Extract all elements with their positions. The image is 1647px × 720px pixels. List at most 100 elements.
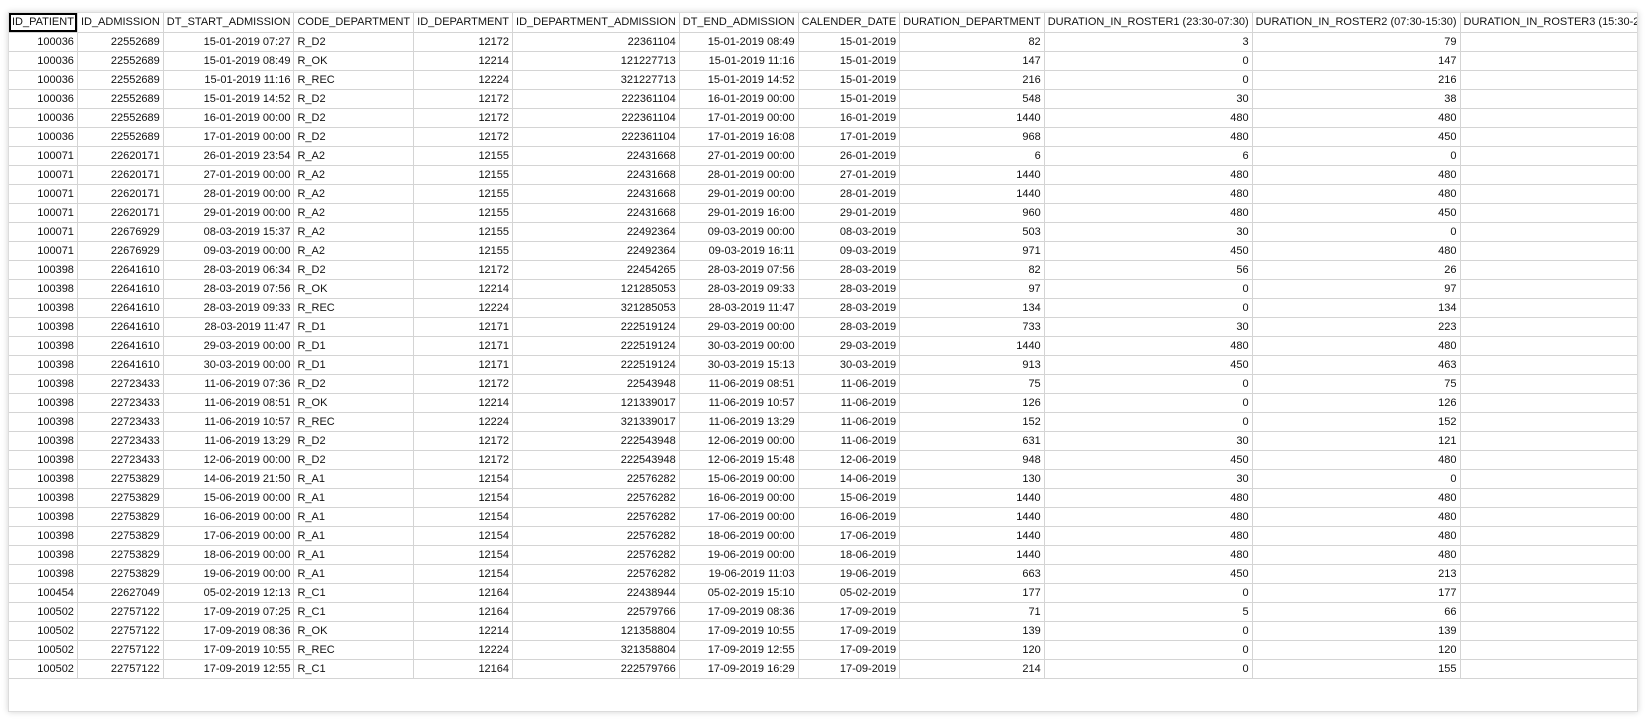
table-cell[interactable]: 663 — [899, 564, 1045, 584]
table-cell[interactable]: 126 — [899, 393, 1045, 413]
table-cell[interactable]: 28-03-2019 09:33 — [163, 298, 295, 318]
column-header[interactable]: ID_ADMISSION — [77, 13, 164, 33]
table-cell[interactable]: 29-01-2019 00:00 — [163, 203, 295, 223]
table-cell[interactable]: 79 — [1252, 32, 1461, 52]
table-cell[interactable]: 0 — [1460, 564, 1637, 584]
table-cell[interactable]: 100071 — [9, 241, 78, 261]
table-cell[interactable]: 17-09-2019 16:29 — [679, 659, 799, 679]
table-cell[interactable]: 6 — [899, 146, 1045, 166]
table-cell[interactable]: 22753829 — [77, 488, 164, 508]
table-cell[interactable]: 12172 — [413, 450, 514, 470]
table-cell[interactable]: 11-06-2019 10:57 — [163, 412, 295, 432]
table-cell[interactable]: 0 — [1460, 640, 1637, 660]
table-cell[interactable]: 12154 — [413, 469, 514, 489]
table-cell[interactable]: R_C1 — [293, 602, 415, 622]
table-cell[interactable]: 27-01-2019 00:00 — [163, 165, 295, 185]
table-cell[interactable]: 12214 — [413, 621, 514, 641]
table-cell[interactable]: 15-01-2019 07:27 — [163, 32, 295, 52]
table-cell[interactable]: 41 — [1460, 241, 1637, 261]
column-header[interactable]: ID_DEPARTMENT_ADMISSION — [512, 13, 680, 33]
table-cell[interactable]: R_OK — [293, 393, 415, 413]
table-cell[interactable]: 12172 — [413, 374, 514, 394]
table-cell[interactable]: 0 — [1044, 374, 1253, 394]
table-cell[interactable]: R_D2 — [293, 108, 415, 128]
table-cell[interactable]: 11-06-2019 08:51 — [163, 393, 295, 413]
table-cell[interactable]: 22753829 — [77, 564, 164, 584]
table-cell[interactable]: 0 — [1460, 412, 1637, 432]
table-cell[interactable]: 0 — [1460, 583, 1637, 603]
table-cell[interactable]: 16-06-2019 — [798, 507, 901, 527]
table-cell[interactable]: R_A2 — [293, 165, 415, 185]
table-cell[interactable]: 100398 — [9, 317, 78, 337]
table-cell[interactable]: 15-01-2019 14:52 — [163, 89, 295, 109]
table-cell[interactable]: 548 — [899, 89, 1045, 109]
table-cell[interactable]: 100398 — [9, 469, 78, 489]
table-cell[interactable]: 216 — [1252, 70, 1461, 90]
table-cell[interactable]: 30 — [1044, 431, 1253, 451]
table-cell[interactable]: 29-03-2019 — [798, 336, 901, 356]
table-cell[interactable]: 100398 — [9, 393, 78, 413]
table-cell[interactable]: 222543948 — [512, 450, 680, 470]
table-cell[interactable]: 12155 — [413, 222, 514, 242]
table-cell[interactable]: 100398 — [9, 336, 78, 356]
table-cell[interactable]: 100036 — [9, 32, 78, 52]
table-cell[interactable]: 16-01-2019 — [798, 108, 901, 128]
table-cell[interactable]: 12171 — [413, 336, 514, 356]
table-cell[interactable]: 09-03-2019 — [798, 241, 901, 261]
table-cell[interactable]: 480 — [1460, 488, 1637, 508]
table-cell[interactable]: R_D2 — [293, 450, 415, 470]
table-cell[interactable]: 321227713 — [512, 70, 680, 90]
table-cell[interactable]: 1440 — [899, 184, 1045, 204]
table-cell[interactable]: R_A2 — [293, 241, 415, 261]
table-cell[interactable]: 0 — [1460, 70, 1637, 90]
table-cell[interactable]: 28-03-2019 07:56 — [163, 279, 295, 299]
table-cell[interactable]: 15-01-2019 — [798, 51, 901, 71]
table-cell[interactable]: 30-03-2019 00:00 — [163, 355, 295, 375]
table-cell[interactable]: 14-06-2019 21:50 — [163, 469, 295, 489]
table-cell[interactable]: 17-09-2019 10:55 — [679, 621, 799, 641]
table-cell[interactable]: R_D2 — [293, 89, 415, 109]
table-cell[interactable]: R_A1 — [293, 564, 415, 584]
table-cell[interactable]: 0 — [1460, 51, 1637, 71]
table-cell[interactable]: 1440 — [899, 165, 1045, 185]
table-cell[interactable]: 12172 — [413, 260, 514, 280]
table-cell[interactable]: 0 — [1460, 374, 1637, 394]
table-cell[interactable]: 22757122 — [77, 602, 164, 622]
table-cell[interactable]: 11-06-2019 — [798, 374, 901, 394]
table-cell[interactable]: 100398 — [9, 545, 78, 565]
table-cell[interactable]: 22620171 — [77, 146, 164, 166]
table-cell[interactable]: 0 — [1044, 279, 1253, 299]
table-cell[interactable]: 12-06-2019 15:48 — [679, 450, 799, 470]
table-cell[interactable]: 22627049 — [77, 583, 164, 603]
table-cell[interactable]: 503 — [899, 222, 1045, 242]
table-cell[interactable]: 22552689 — [77, 51, 164, 71]
table-cell[interactable]: 0 — [1044, 412, 1253, 432]
table-cell[interactable]: R_A1 — [293, 507, 415, 527]
table-cell[interactable]: 30-03-2019 — [798, 355, 901, 375]
table-cell[interactable]: 1440 — [899, 336, 1045, 356]
table-cell[interactable]: 100398 — [9, 260, 78, 280]
table-cell[interactable]: 22576282 — [512, 564, 680, 584]
table-cell[interactable]: 22757122 — [77, 659, 164, 679]
table-cell[interactable]: 321358804 — [512, 640, 680, 660]
table-cell[interactable]: 05-02-2019 12:13 — [163, 583, 295, 603]
table-cell[interactable]: 222361104 — [512, 108, 680, 128]
table-cell[interactable]: 12172 — [413, 89, 514, 109]
table-cell[interactable]: 971 — [899, 241, 1045, 261]
table-cell[interactable]: 214 — [899, 659, 1045, 679]
table-cell[interactable]: 139 — [1252, 621, 1461, 641]
table-cell[interactable]: 12224 — [413, 412, 514, 432]
table-cell[interactable]: 100398 — [9, 279, 78, 299]
table-cell[interactable]: 126 — [1252, 393, 1461, 413]
table-cell[interactable]: 480 — [1252, 165, 1461, 185]
table-cell[interactable]: 15-01-2019 11:16 — [679, 51, 799, 71]
table-cell[interactable]: 121227713 — [512, 51, 680, 71]
table-cell[interactable]: 28-03-2019 06:34 — [163, 260, 295, 280]
table-cell[interactable]: 480 — [1252, 507, 1461, 527]
table-cell[interactable]: 26-01-2019 23:54 — [163, 146, 295, 166]
table-cell[interactable]: 121 — [1252, 431, 1461, 451]
table-cell[interactable]: 100 — [1460, 469, 1637, 489]
table-cell[interactable]: R_REC — [293, 70, 415, 90]
table-cell[interactable]: 11-06-2019 — [798, 431, 901, 451]
table-cell[interactable]: 177 — [899, 583, 1045, 603]
